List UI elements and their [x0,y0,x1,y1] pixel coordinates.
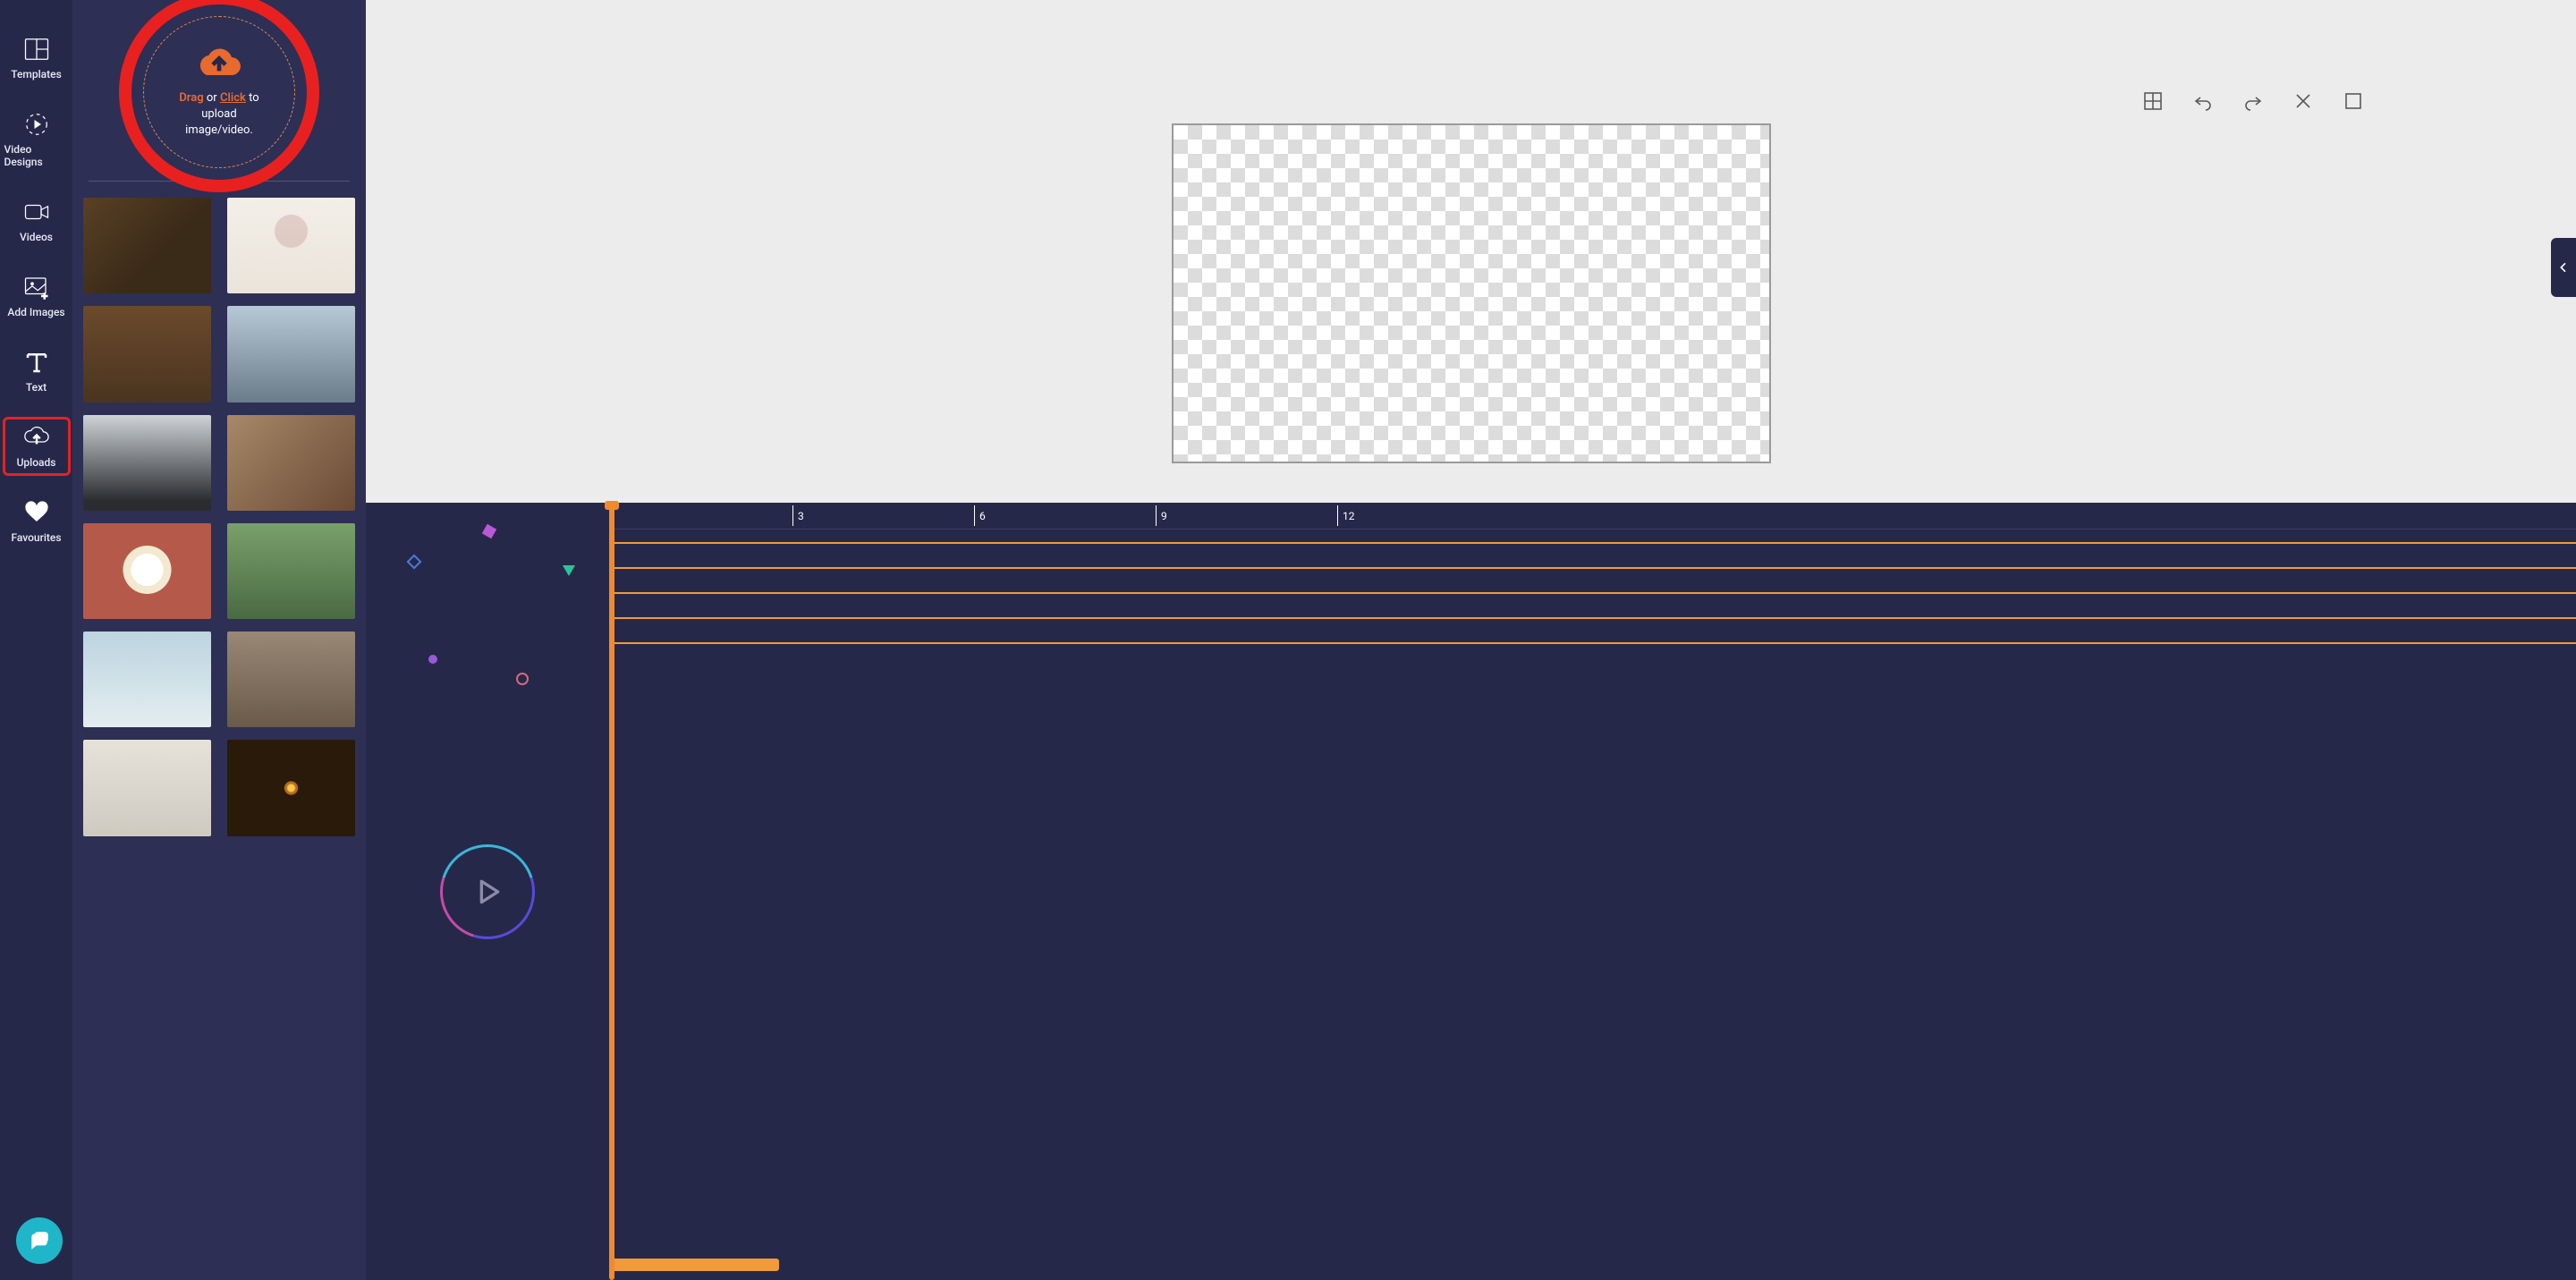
upload-or-word: or [207,91,217,105]
uploads-grid[interactable] [72,191,366,1280]
nav-video-designs[interactable]: Video Designs [4,106,69,174]
main-area: 3 6 9 12 [366,0,2576,1280]
video-designs-icon [23,111,50,138]
decoration-dot [428,655,437,664]
timeline-area: 3 6 9 12 [366,503,2576,1280]
fullscreen-button[interactable] [2342,89,2365,113]
cloud-upload-icon [194,46,244,85]
fullscreen-icon [2343,90,2364,112]
nav-label: Text [26,381,47,394]
chat-icon [28,1229,51,1252]
upload-thumb[interactable] [83,740,211,835]
play-icon [470,874,505,910]
grid-button[interactable] [2141,89,2165,113]
upload-thumb[interactable] [227,415,355,511]
nav-label: Videos [20,231,53,243]
track-line[interactable] [609,542,2576,544]
decoration-ring [516,673,529,685]
panel-divider [89,181,350,182]
upload-drag-word: Drag [179,91,203,105]
upload-thumb[interactable] [227,306,355,402]
nav-label: Templates [11,68,62,81]
close-button[interactable] [2292,89,2315,113]
upload-thumb[interactable] [227,198,355,293]
timeline-ruler[interactable]: 3 6 9 12 [609,503,2576,530]
add-images-icon [23,274,50,301]
ruler-tick: 9 [1156,503,1167,529]
uploads-icon [23,424,50,451]
ruler-tick: 12 [1337,503,1355,529]
chevron-left-icon [2556,260,2571,275]
playhead[interactable] [609,503,614,1280]
upload-text-line1: Drag or Click to [179,90,258,106]
upload-click-word: Click [220,91,246,105]
favourites-icon [23,499,50,526]
left-nav: Templates Video Designs Videos Add Image… [0,0,72,1280]
track-line[interactable] [609,592,2576,594]
undo-icon [2192,90,2214,112]
upload-thumb[interactable] [227,740,355,835]
upload-text-line3: image/video. [185,123,253,139]
nav-text[interactable]: Text [4,343,69,399]
grid-icon [2142,90,2164,112]
decoration-diamond [407,555,422,570]
nav-label: Favourites [11,531,61,544]
nav-add-images[interactable]: Add Images [4,268,69,324]
playback-zone [366,503,609,1280]
app-root: Templates Video Designs Videos Add Image… [0,0,2576,1280]
nav-videos[interactable]: Videos [4,193,69,249]
upload-thumb[interactable] [227,523,355,619]
track-line[interactable] [609,642,2576,644]
right-expand-button[interactable] [2551,238,2576,297]
upload-text-line2: upload [201,106,236,123]
artboard-canvas[interactable] [1172,123,1771,463]
nav-templates[interactable]: Templates [4,30,69,86]
canvas-toolbar [2141,89,2365,113]
timeline-tracks[interactable] [609,530,2576,1280]
upload-thumb[interactable] [227,632,355,727]
videos-icon [23,199,50,225]
templates-icon [23,36,50,63]
upload-thumb[interactable] [83,306,211,402]
play-button[interactable] [440,844,535,939]
ruler-tick: 6 [974,503,986,529]
ruler-tick: 3 [792,503,804,529]
upload-to-word: to [249,91,259,105]
nav-label: Video Designs [4,143,69,168]
upload-thumb[interactable] [83,198,211,293]
upload-thumb[interactable] [83,415,211,511]
canvas-wrap [366,0,2576,503]
undo-button[interactable] [2191,89,2215,113]
uploads-panel: Drag or Click to upload image/video. [72,0,366,1280]
text-icon [23,349,50,376]
track-line[interactable] [609,617,2576,619]
nav-label: Uploads [17,456,56,469]
track-line[interactable] [609,567,2576,569]
nav-label: Add Images [7,306,64,318]
decoration-square [482,524,496,538]
upload-thumb[interactable] [83,632,211,727]
nav-uploads[interactable]: Uploads [4,419,69,474]
redo-icon [2242,90,2264,112]
upload-thumb[interactable] [83,523,211,619]
timeline-clip[interactable] [609,1259,779,1271]
close-icon [2292,90,2314,112]
redo-button[interactable] [2241,89,2265,113]
nav-favourites[interactable]: Favourites [4,494,69,549]
chat-help-button[interactable] [16,1217,63,1264]
decoration-triangle [563,565,575,576]
upload-dropzone[interactable]: Drag or Click to upload image/video. [143,16,295,168]
